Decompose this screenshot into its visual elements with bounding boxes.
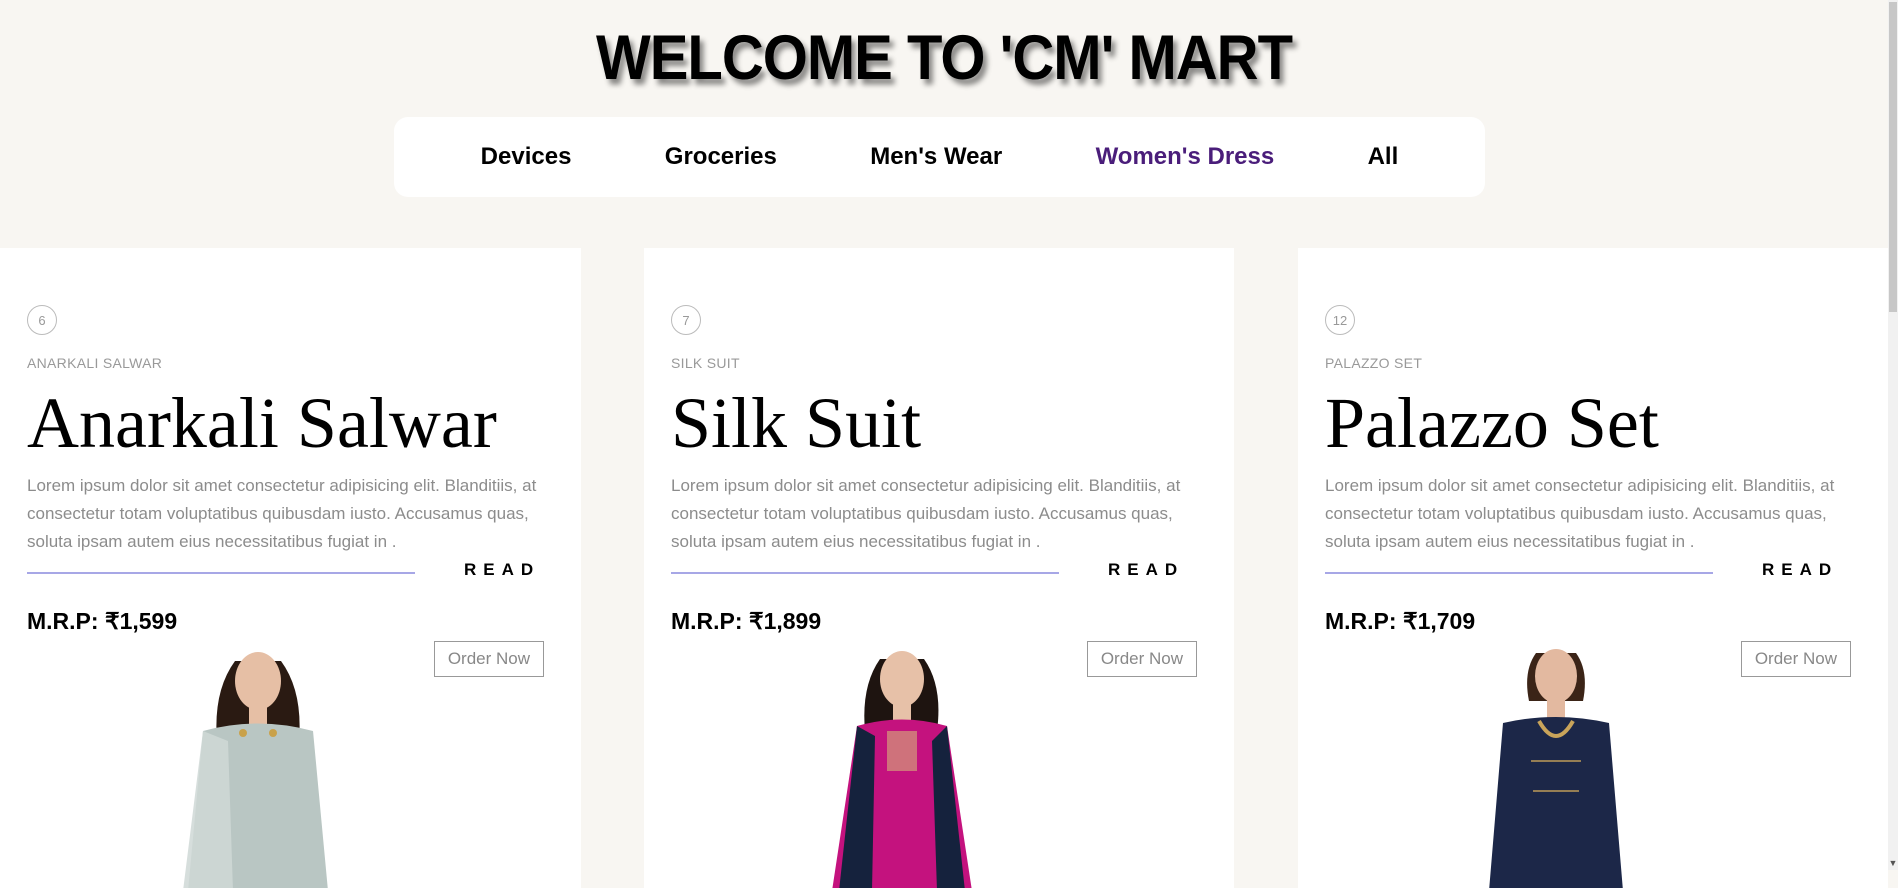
product-card: 12 PALAZZO SET Palazzo Set Lorem ipsum d… — [1298, 248, 1888, 888]
product-number: 6 — [27, 305, 57, 335]
site-title: WELCOME TO 'CM' MART — [596, 23, 1293, 94]
nav-mens-wear[interactable]: Men's Wear — [870, 143, 1002, 171]
product-number: 12 — [1325, 305, 1355, 335]
product-card: 6 ANARKALI SALWAR Anarkali Salwar Lorem … — [0, 248, 581, 888]
page-scrollbar[interactable]: ▼ — [1888, 0, 1898, 870]
read-link[interactable]: READ — [464, 560, 540, 580]
scroll-down-icon[interactable]: ▼ — [1888, 858, 1898, 868]
product-category: ANARKALI SALWAR — [27, 355, 163, 371]
product-category: PALAZZO SET — [1325, 355, 1423, 371]
product-image — [183, 652, 328, 888]
product-name: Anarkali Salwar — [27, 383, 497, 463]
product-description: Lorem ipsum dolor sit amet consectetur a… — [1325, 476, 1835, 551]
product-card: 7 SILK SUIT Silk Suit Lorem ipsum dolor … — [644, 248, 1234, 888]
product-image — [832, 651, 972, 888]
divider-line — [1325, 572, 1713, 574]
product-description: Lorem ipsum dolor sit amet consectetur a… — [671, 476, 1181, 551]
product-number: 7 — [671, 305, 701, 335]
nav-groceries[interactable]: Groceries — [665, 143, 777, 171]
nav-womens-dress[interactable]: Women's Dress — [1096, 143, 1275, 171]
product-name: Silk Suit — [671, 383, 922, 463]
nav-all[interactable]: All — [1368, 143, 1399, 171]
product-description: Lorem ipsum dolor sit amet consectetur a… — [27, 476, 537, 551]
scrollbar-thumb[interactable] — [1889, 2, 1897, 312]
divider-line — [27, 572, 415, 574]
product-name: Palazzo Set — [1325, 383, 1659, 463]
order-now-button[interactable]: Order Now — [433, 641, 544, 677]
order-now-button[interactable]: Order Now — [1086, 641, 1197, 677]
divider-line — [671, 572, 1059, 574]
read-link[interactable]: READ — [1762, 560, 1838, 580]
order-now-button[interactable]: Order Now — [1740, 641, 1851, 677]
product-category: SILK SUIT — [671, 355, 740, 371]
product-image — [1489, 649, 1623, 888]
read-link[interactable]: READ — [1108, 560, 1184, 580]
nav-devices[interactable]: Devices — [481, 143, 572, 171]
category-nav: Devices Groceries Men's Wear Women's Dre… — [394, 117, 1485, 197]
